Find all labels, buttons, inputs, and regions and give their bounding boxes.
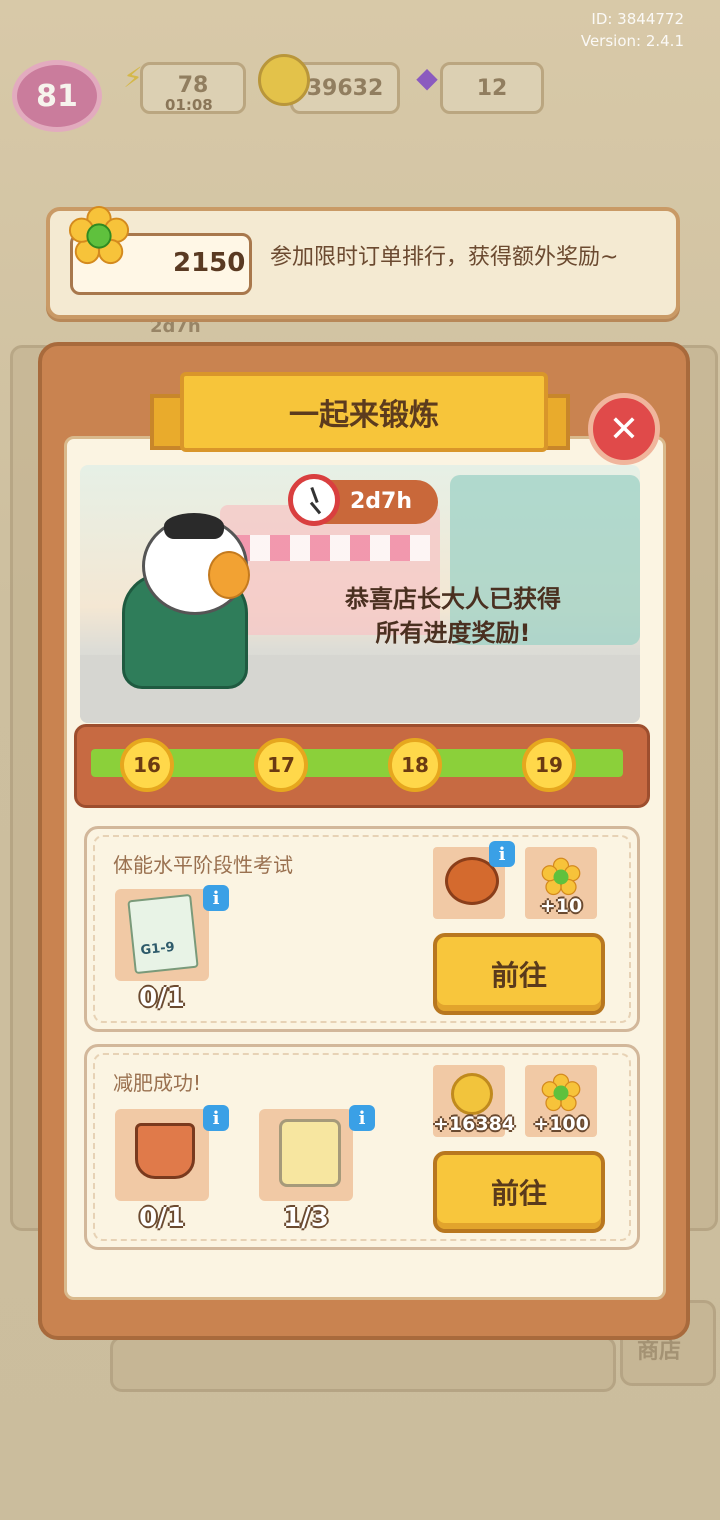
exam-paper-icon: G1-9 xyxy=(127,893,199,975)
build-info: ID: 3844772 Version: 2.4.1 xyxy=(581,8,684,52)
task-title: 体能水平阶段性考试 xyxy=(113,853,293,877)
info-icon[interactable]: i xyxy=(349,1105,375,1131)
reward-slot[interactable]: +10 xyxy=(525,847,597,919)
clock-icon xyxy=(288,474,340,526)
milestone-node: 16 xyxy=(120,738,174,792)
go-button[interactable]: 前往 xyxy=(433,933,605,1015)
info-icon[interactable]: i xyxy=(203,885,229,911)
reward-slot[interactable]: +16384 xyxy=(433,1065,516,1137)
title-ribbon: 一起来锻炼 xyxy=(150,372,570,452)
duck-hair xyxy=(164,513,224,539)
reward-slot[interactable]: +100 xyxy=(525,1065,597,1137)
coin-icon xyxy=(451,1073,493,1115)
exam-paper-label: G1-9 xyxy=(139,939,176,959)
congrats-message: 恭喜店长大人已获得 所有进度奖励! xyxy=(318,582,588,650)
duck-beak xyxy=(208,551,250,599)
gem-counter[interactable]: 12 xyxy=(440,62,544,114)
milestone-node: 18 xyxy=(388,738,442,792)
info-icon[interactable]: i xyxy=(203,1105,229,1131)
gem-value: 12 xyxy=(476,75,508,101)
task-item-slot[interactable]: 0/1 xyxy=(115,1109,209,1233)
cream-jar-icon xyxy=(279,1119,341,1187)
panel-title: 一起来锻炼 xyxy=(180,372,548,452)
flower-icon xyxy=(541,1073,581,1112)
reward-amount: +100 xyxy=(533,1113,589,1135)
reward-amount: +16384 xyxy=(433,1113,516,1135)
bucket-icon xyxy=(135,1123,195,1179)
background-event-timer: 2d7h xyxy=(150,316,201,337)
reward-amount: +10 xyxy=(539,895,583,917)
banner-score: 2150 xyxy=(173,248,246,278)
task-title: 减肥成功! xyxy=(113,1071,202,1095)
task-item-slot[interactable]: 1/3 xyxy=(259,1109,353,1233)
task-card: 减肥成功! 0/1 i 1/3 i +16384 +100 前往 xyxy=(84,1044,640,1250)
level-badge[interactable]: 81 xyxy=(12,60,102,132)
task-item-count: 0/1 xyxy=(139,983,185,1013)
version-label: Version: 2.4.1 xyxy=(580,32,684,50)
milestone-node: 17 xyxy=(254,738,308,792)
gem-icon: ◆ xyxy=(416,60,438,94)
task-item-count: 1/3 xyxy=(283,1203,329,1233)
congrats-line-2: 所有进度奖励! xyxy=(375,619,531,647)
player-id: ID: 3844772 xyxy=(591,10,684,28)
level-value: 81 xyxy=(36,78,78,114)
energy-timer: 01:08 xyxy=(165,96,213,114)
banner-text: 参加限时订单排行，获得额外奖励~ xyxy=(270,245,619,270)
close-button[interactable]: ✕ xyxy=(588,393,660,465)
flower-icon xyxy=(68,205,130,265)
energy-icon: ⚡ xyxy=(123,60,143,94)
info-icon[interactable]: i xyxy=(489,841,515,867)
coin-value: 39632 xyxy=(306,75,384,101)
milestone-node: 19 xyxy=(522,738,576,792)
go-button[interactable]: 前往 xyxy=(433,1151,605,1233)
task-card: 体能水平阶段性考试 G1-9 0/1 i i +10 前往 xyxy=(84,826,640,1032)
shop-awning xyxy=(230,535,430,561)
congrats-line-1: 恭喜店长大人已获得 xyxy=(345,585,561,613)
task-item-count: 0/1 xyxy=(139,1203,185,1233)
background-bottom-bar xyxy=(110,1336,616,1392)
flower-icon xyxy=(541,857,581,896)
event-timer: 2d7h xyxy=(350,489,413,514)
close-icon: ✕ xyxy=(608,408,640,450)
rank-event-banner[interactable]: 2150 参加限时订单排行，获得额外奖励~ xyxy=(46,205,680,319)
energy-value: 78 xyxy=(177,72,209,98)
coin-icon xyxy=(258,54,310,106)
task-item-slot[interactable]: G1-9 0/1 xyxy=(115,889,209,1013)
